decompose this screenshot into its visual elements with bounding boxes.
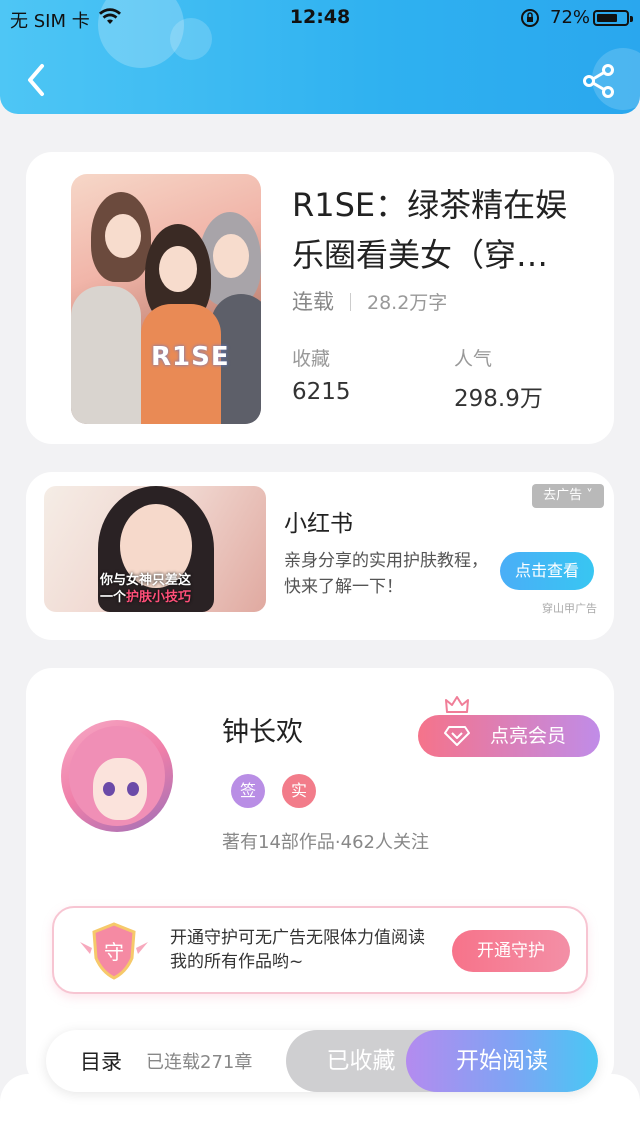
ad-source: 穿山甲广告: [542, 602, 597, 615]
serial-status: 连载: [292, 290, 334, 314]
ad-card[interactable]: 你与女神只差这 一个护肤小技巧 去广告 ˅ 小红书 亲身分享的实用护肤教程，快来…: [26, 472, 614, 640]
collect-label: 收藏: [292, 348, 331, 370]
author-stats: 著有14部作品·462人关注: [222, 832, 429, 853]
book-meta: 连载 28.2万字: [292, 286, 447, 316]
author-card: 钟长欢 点亮会员 签 实 著有14部作品·462人关注 守 开通守护可无广告无限…: [26, 668, 614, 1088]
battery-percent: 72%: [550, 7, 591, 28]
avatar-eye: [127, 782, 139, 796]
clock: 12:48: [289, 6, 351, 28]
ad-title: 小红书: [284, 511, 353, 537]
remove-ad-button[interactable]: 去广告 ˅: [532, 484, 604, 508]
ad-view-button[interactable]: 点击查看: [500, 552, 594, 590]
ad-caption-part: 一个: [100, 590, 127, 605]
word-count: 28.2万字: [367, 292, 448, 314]
cover-face: [105, 214, 141, 258]
guard-shield-icon: 守: [80, 922, 148, 980]
bottom-action-bar: 目录 已连载271章 已收藏 开始阅读: [46, 1030, 598, 1092]
cover-face: [213, 234, 249, 278]
share-icon[interactable]: [582, 64, 616, 98]
battery-nub: [630, 16, 633, 22]
cover-title-text: R1SE: [151, 342, 230, 372]
author-name: 钟长欢: [222, 717, 303, 748]
guard-icon-text: 守: [104, 940, 124, 964]
signed-author-badge: 签: [231, 774, 265, 808]
avatar-eye: [103, 782, 115, 796]
book-info-card: R1SE R1SE：绿茶精在娱乐圈看美女（穿… 连载 28.2万字 收藏 6215…: [26, 152, 614, 444]
activate-vip-button[interactable]: 点亮会员: [418, 715, 600, 757]
crown-icon: [445, 696, 469, 713]
battery-fill: [597, 14, 617, 22]
battery-icon: [593, 10, 633, 26]
ad-image[interactable]: 你与女神只差这 一个护肤小技巧: [44, 486, 266, 612]
chapter-count[interactable]: 已连载271章: [146, 1048, 252, 1074]
collect-stat: 收藏 6215: [292, 344, 351, 405]
verified-badge: 实: [282, 774, 316, 808]
vip-button-label: 点亮会员: [490, 725, 567, 747]
book-title: R1SE：绿茶精在娱乐圈看美女（穿…: [292, 186, 568, 274]
avatar[interactable]: [61, 720, 173, 832]
open-guard-button[interactable]: 开通守护: [452, 930, 570, 972]
book-cover[interactable]: R1SE: [71, 174, 261, 424]
ad-caption-highlight: 护肤小技巧: [126, 590, 192, 605]
popularity-value: 298.9万: [454, 386, 543, 412]
rotation-lock-icon: [521, 9, 539, 27]
diamond-icon: [444, 726, 470, 746]
collect-value: 6215: [292, 379, 351, 405]
guard-description: 开通守护可无广告无限体力值阅读我的所有作品哟~: [170, 928, 425, 972]
ad-caption-line: 一个护肤小技巧: [100, 589, 191, 606]
chevron-left-icon[interactable]: [22, 62, 52, 98]
start-reading-button[interactable]: 开始阅读: [406, 1030, 598, 1092]
popularity-stat: 人气 298.9万: [454, 344, 543, 413]
guard-banner: 守 开通守护可无广告无限体力值阅读我的所有作品哟~ 开通守护: [52, 906, 588, 994]
status-bar: 无 SIM 卡 12:48 72%: [0, 0, 640, 34]
meta-divider: [350, 293, 351, 311]
top-header: 无 SIM 卡 12:48 72%: [0, 0, 640, 114]
ad-caption-line: 你与女神只差这: [100, 573, 192, 588]
ad-image-caption: 你与女神只差这 一个护肤小技巧: [100, 572, 191, 606]
ad-description: 亲身分享的实用护肤教程，快来了解一下！: [284, 551, 488, 597]
cover-face: [159, 246, 197, 292]
toc-button[interactable]: 目录: [80, 1046, 122, 1076]
cover-figure-body: [71, 286, 141, 424]
popularity-label: 人气: [454, 348, 493, 370]
